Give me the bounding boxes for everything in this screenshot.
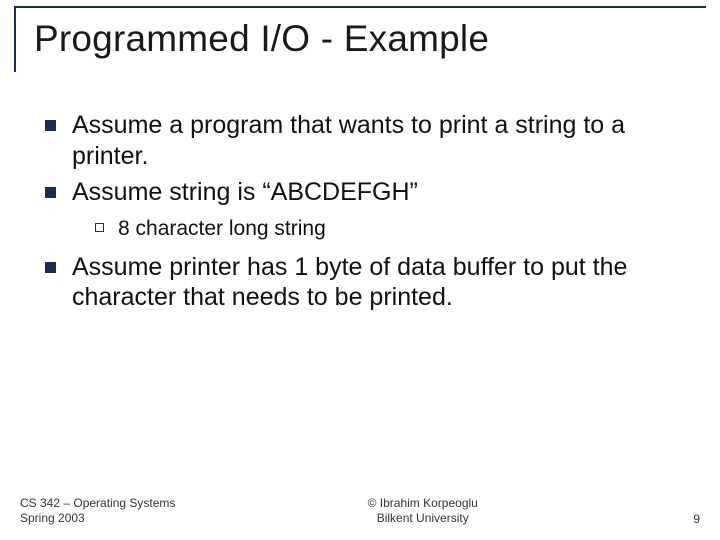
slide: Programmed I/O - Example Assume a progra… (0, 0, 720, 540)
sub-bullet-item: 8 character long string (95, 216, 680, 242)
square-bullet-icon (45, 262, 56, 273)
slide-body: Assume a program that wants to print a s… (45, 110, 680, 319)
square-bullet-icon (45, 187, 56, 198)
bullet-item: Assume string is “ABCDEFGH” (45, 177, 680, 208)
footer-left: CS 342 – Operating Systems Spring 2003 (20, 496, 175, 526)
square-bullet-icon (45, 120, 56, 131)
bullet-text: Assume printer has 1 byte of data buffer… (72, 252, 680, 313)
bullet-item: Assume a program that wants to print a s… (45, 110, 680, 171)
sub-bullet-text: 8 character long string (118, 216, 680, 242)
footer-page-number: 9 (670, 512, 700, 526)
bullet-item: Assume printer has 1 byte of data buffer… (45, 252, 680, 313)
slide-footer: CS 342 – Operating Systems Spring 2003 ©… (20, 496, 700, 526)
footer-copyright: © Ibrahim Korpeoglu (368, 496, 478, 511)
footer-course: CS 342 – Operating Systems (20, 496, 175, 511)
bullet-text: Assume string is “ABCDEFGH” (72, 177, 680, 208)
hollow-square-bullet-icon (95, 223, 104, 232)
bullet-text: Assume a program that wants to print a s… (72, 110, 680, 171)
title-area: Programmed I/O - Example (14, 6, 706, 72)
footer-term: Spring 2003 (20, 511, 175, 526)
slide-title: Programmed I/O - Example (14, 8, 706, 72)
footer-university: Bilkent University (368, 511, 478, 526)
footer-center: © Ibrahim Korpeoglu Bilkent University (368, 496, 478, 526)
